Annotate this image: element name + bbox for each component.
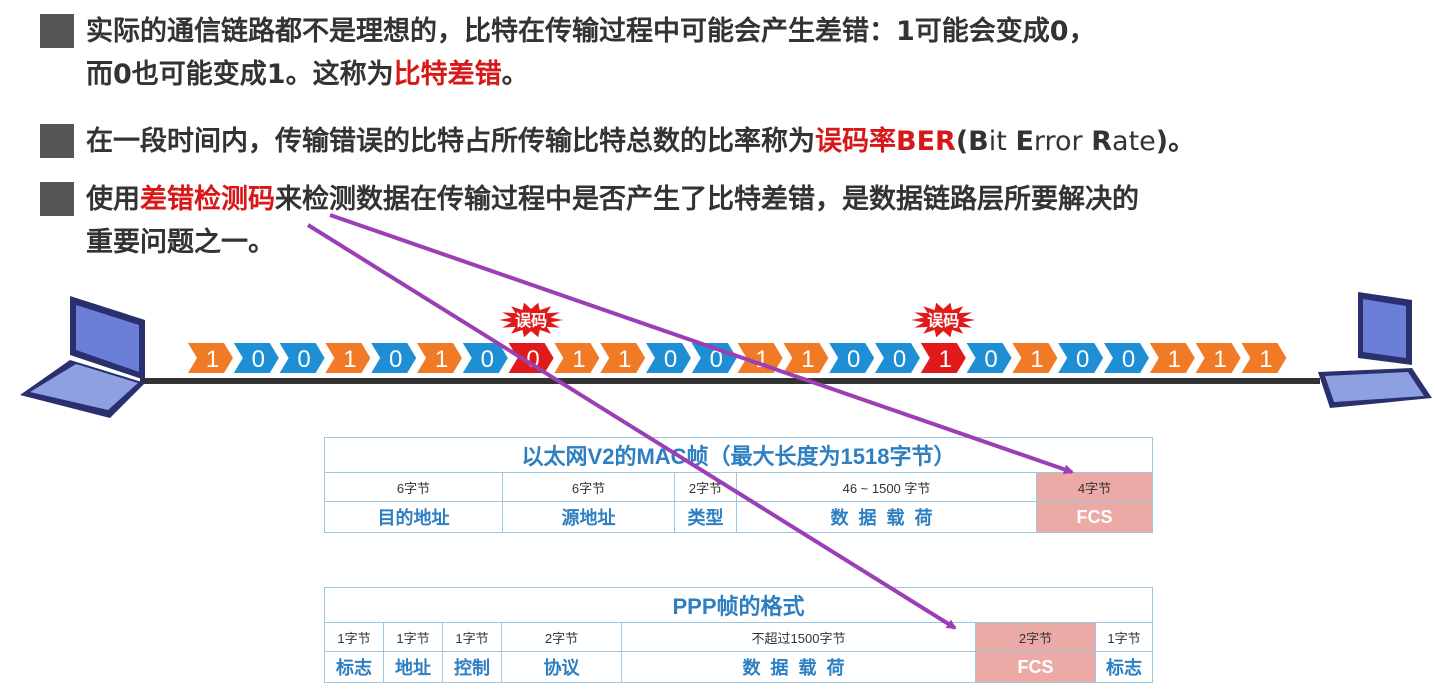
bit-value: 1	[343, 346, 356, 373]
bitstream: 1 0 0 1 0 1 0误码0 1 1 0 0 1 1 0 0误码1 0 1 0 0 1 1 1	[188, 302, 1287, 373]
bit-value: 0	[297, 346, 310, 373]
laptop-left-icon	[20, 296, 145, 418]
bit-value: 1	[801, 346, 814, 373]
bit-value: 1	[1168, 346, 1181, 373]
bit-value: 1	[1030, 346, 1043, 373]
bit-value: 1	[1213, 346, 1226, 373]
bit-value: 1	[572, 346, 585, 373]
bit-value: 0	[389, 346, 402, 373]
arrows	[306, 213, 1074, 630]
bit-value: 0	[1122, 346, 1135, 373]
bit-value: 1	[435, 346, 448, 373]
bit-value: 0	[252, 346, 265, 373]
arrow-to-ppp-fcs	[306, 223, 957, 630]
bit-value: 0	[1076, 346, 1089, 373]
bit-value: 1	[618, 346, 631, 373]
bit-value: 1	[939, 346, 952, 373]
bit-value: 1	[1259, 346, 1272, 373]
bit-value: 0	[984, 346, 997, 373]
error-label: 误码	[927, 311, 959, 330]
laptop-right-icon	[1318, 292, 1432, 408]
error-label: 误码	[515, 311, 547, 330]
diagram-scene: 1 0 0 1 0 1 0误码0 1 1 0 0 1 1 0 0误码1 0 1 0 0 1 1 1	[20, 213, 1432, 630]
bit-value: 1	[755, 346, 768, 373]
bit-value: 1	[206, 346, 219, 373]
bit-value: 0	[893, 346, 906, 373]
bit-value: 0	[847, 346, 860, 373]
bit-value: 0	[664, 346, 677, 373]
bit-value: 0	[481, 346, 494, 373]
